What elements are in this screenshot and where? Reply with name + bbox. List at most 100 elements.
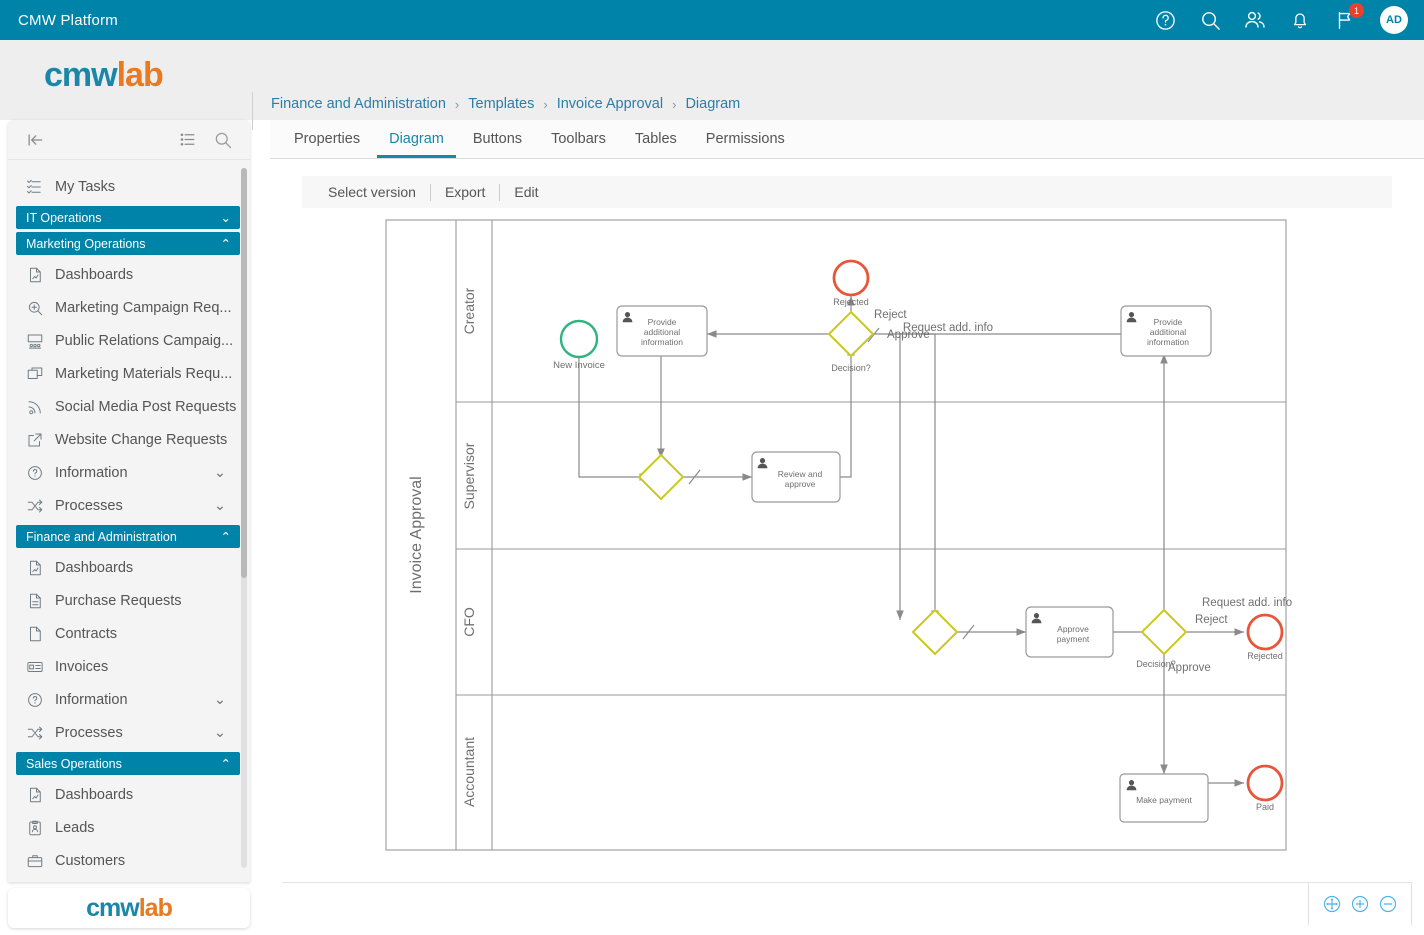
- logo-lab: lab: [117, 56, 163, 94]
- sidebar-item-public-relations-campaig[interactable]: Public Relations Campaig...: [8, 324, 250, 357]
- sidebar-item-label: Marketing Materials Requ...: [55, 366, 232, 382]
- chevron-icon: ⌃: [221, 236, 231, 251]
- sidebar-item-processes[interactable]: Processes ⌄: [8, 716, 250, 749]
- end-event-rejected-creator[interactable]: [834, 261, 868, 295]
- task-label-line1: Provide: [1154, 317, 1183, 327]
- sidebar-item-marketing-materials-requ[interactable]: Marketing Materials Requ...: [8, 357, 250, 390]
- tab-buttons[interactable]: Buttons: [461, 120, 534, 158]
- task-make-payment[interactable]: Make payment: [1120, 774, 1208, 822]
- sidebar-item-information[interactable]: Information ⌄: [8, 683, 250, 716]
- sidebar-item-purchase-requests[interactable]: Purchase Requests: [8, 584, 250, 617]
- search-icon[interactable]: [1197, 7, 1223, 33]
- diagram-toolbar: Select version Export Edit: [302, 176, 1392, 208]
- tab-diagram[interactable]: Diagram: [377, 120, 456, 158]
- sidebar-item-social-media-post-requests[interactable]: Social Media Post Requests: [8, 390, 250, 423]
- bpmn-diagram[interactable]: Invoice Approval Creator Supervisor CFO …: [270, 212, 1424, 892]
- sidebar-item-dashboards[interactable]: Dashboards: [8, 778, 250, 811]
- chevron-down-icon[interactable]: ⌄: [214, 498, 226, 514]
- collapse-left-icon[interactable]: [25, 130, 45, 150]
- avatar[interactable]: AD: [1380, 6, 1408, 34]
- sidebar-item-dashboards[interactable]: Dashboards: [8, 551, 250, 584]
- users-icon[interactable]: [1242, 7, 1268, 33]
- task-label-line2: payment: [1057, 634, 1090, 644]
- lane-label-creator: Creator: [461, 287, 477, 334]
- task-provide-additional-information-creator[interactable]: Provide additional information: [617, 306, 707, 356]
- lane-label-accountant: Accountant: [461, 737, 477, 807]
- task-label-line1: Provide: [648, 317, 677, 327]
- sidebar-group-marketing-operations[interactable]: Marketing Operations ⌃: [16, 232, 240, 255]
- pan-icon[interactable]: [1321, 893, 1343, 915]
- breadcrumb-item-1[interactable]: Templates: [468, 96, 534, 112]
- sidebar-scrollbar-thumb[interactable]: [241, 168, 247, 578]
- end-event-paid[interactable]: [1248, 766, 1282, 800]
- invoice-icon: [26, 658, 44, 676]
- tasks-icon: [26, 178, 44, 196]
- sidebar-item-contracts[interactable]: Contracts: [8, 617, 250, 650]
- sidebar-group-it-operations[interactable]: IT Operations⌄: [16, 206, 240, 229]
- select-version-button[interactable]: Select version: [314, 176, 430, 208]
- task-approve-payment[interactable]: Approve payment: [1026, 607, 1113, 657]
- zoom-out-icon[interactable]: [1377, 893, 1399, 915]
- tab-tables[interactable]: Tables: [623, 120, 689, 158]
- zoom-in-icon[interactable]: [1349, 893, 1371, 915]
- sidebar-group-label: Marketing Operations: [26, 237, 146, 251]
- chevron-icon: ⌄: [221, 210, 231, 225]
- sidebar-item-customers[interactable]: Customers: [8, 844, 250, 877]
- flag-icon[interactable]: 1: [1332, 7, 1358, 33]
- chevron-down-icon[interactable]: ⌄: [214, 725, 226, 741]
- sidebar-group-finance-and-administration[interactable]: Finance and Administration⌃: [16, 525, 240, 548]
- sidebar-item-leads[interactable]: Leads: [8, 811, 250, 844]
- gateway-label-decision-creator: Decision?: [831, 363, 871, 373]
- chevron-down-icon[interactable]: ⌄: [214, 465, 226, 481]
- sub-toolbar-wrap: Select version Export Edit: [270, 159, 1424, 208]
- sidebar-group-sales-operations[interactable]: Sales Operations⌃: [16, 752, 240, 775]
- breadcrumb-item-2[interactable]: Invoice Approval: [557, 96, 663, 112]
- end-event-rejected-cfo[interactable]: [1248, 615, 1282, 649]
- sidebar-item-label: Information: [55, 692, 128, 708]
- briefcase-icon: [26, 852, 44, 870]
- top-bar-icons: 1 AD: [1152, 6, 1424, 34]
- sidebar-item-label: Website Change Requests: [55, 432, 227, 448]
- tab-toolbars[interactable]: Toolbars: [539, 120, 618, 158]
- logo[interactable]: cmwlab: [44, 56, 163, 95]
- export-button[interactable]: Export: [431, 176, 499, 208]
- breadcrumb-item-0[interactable]: Finance and Administration: [271, 96, 446, 112]
- lane-label-cfo: CFO: [461, 607, 477, 637]
- flow-label-request-add-info-2: Request add. info: [1202, 597, 1292, 609]
- sidebar-item-website-change-requests[interactable]: Website Change Requests: [8, 423, 250, 456]
- search-icon[interactable]: [213, 130, 233, 150]
- tab-permissions[interactable]: Permissions: [694, 120, 797, 158]
- task-label-line1: Approve: [1057, 624, 1089, 634]
- start-event-new-invoice[interactable]: [561, 321, 597, 357]
- task-label-line2: additional: [644, 327, 681, 337]
- edit-button[interactable]: Edit: [500, 176, 552, 208]
- diagram-canvas[interactable]: Invoice Approval Creator Supervisor CFO …: [270, 212, 1424, 892]
- sidebar-item-processes[interactable]: Processes⌄: [8, 489, 250, 522]
- breadcrumb: Finance and Administration › Templates ›…: [271, 96, 740, 112]
- breadcrumb-item-3[interactable]: Diagram: [685, 96, 740, 112]
- chevron-icon: ⌃: [221, 529, 231, 544]
- sidebar-item-marketing-campaign-req[interactable]: Marketing Campaign Req...: [8, 291, 250, 324]
- social-icon: [26, 398, 44, 416]
- bell-icon[interactable]: [1287, 7, 1313, 33]
- task-review-and-approve[interactable]: Review and approve: [752, 452, 840, 502]
- page-icon: [26, 625, 44, 643]
- help-icon[interactable]: [1152, 7, 1178, 33]
- sidebar-scroll-area: My Tasks IT Operations⌄ Marketing Operatio…: [8, 160, 250, 882]
- sidebar-item-invoices[interactable]: Invoices: [8, 650, 250, 683]
- list-icon[interactable]: [178, 130, 197, 149]
- sidebar-item-label: My Tasks: [55, 179, 115, 195]
- sidebar-item-dashboards[interactable]: Dashboards: [8, 258, 250, 291]
- info-icon: [26, 691, 44, 709]
- sidebar-footer-logo[interactable]: cmwlab: [8, 888, 250, 928]
- sidebar-item-my-tasks[interactable]: My Tasks: [8, 170, 250, 203]
- dashboard-icon: [26, 559, 44, 577]
- task-provide-additional-information-creator-2[interactable]: Provide additional information: [1121, 306, 1211, 356]
- chevron-down-icon[interactable]: ⌄: [214, 692, 226, 708]
- sidebar-item-information[interactable]: Information⌄: [8, 456, 250, 489]
- tab-bar: PropertiesDiagramButtonsToolbarsTablesPe…: [270, 120, 1424, 159]
- flag-badge: 1: [1349, 3, 1364, 18]
- tab-properties[interactable]: Properties: [282, 120, 372, 158]
- sidebar-item-price-discount-requests[interactable]: Price Discount Requests: [8, 877, 250, 882]
- sidebar-item-label: Processes: [55, 725, 123, 741]
